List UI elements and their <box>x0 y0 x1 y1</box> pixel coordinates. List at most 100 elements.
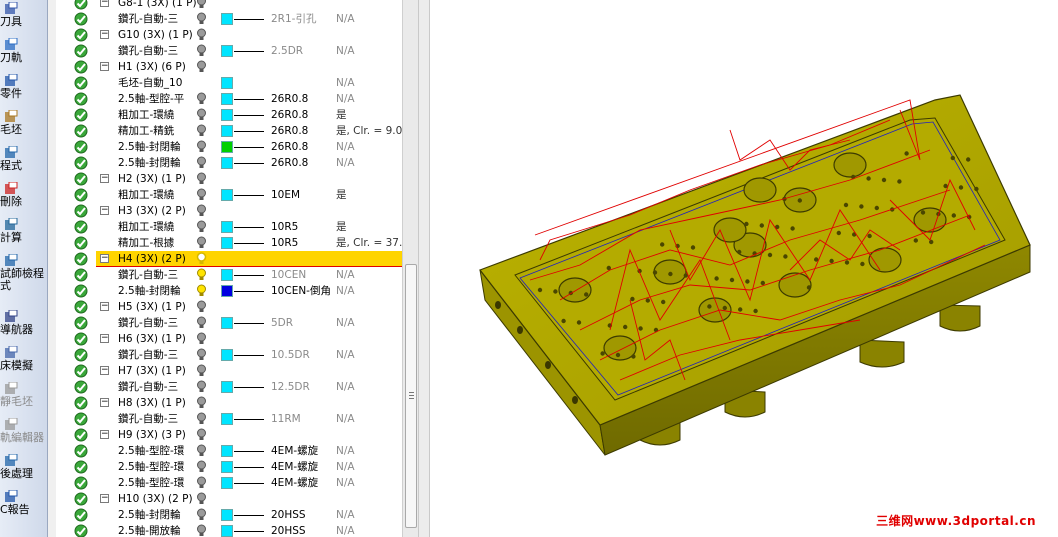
checkmark-icon[interactable] <box>74 76 88 90</box>
lightbulb-icon[interactable] <box>196 60 207 74</box>
tree-operation-row[interactable]: 鑽孔-自動-三 2R1-引孔 N/A <box>56 11 405 27</box>
toolbar-button-2[interactable]: 零件 <box>0 73 48 110</box>
checkmark-icon[interactable] <box>74 284 88 298</box>
checkmark-icon[interactable] <box>74 220 88 234</box>
tree-group-row[interactable]: − H8 (3X) (1 P) <box>56 395 405 411</box>
checkmark-icon[interactable] <box>74 268 88 282</box>
toolbar-button-4[interactable]: 程式 <box>0 145 48 182</box>
lightbulb-icon[interactable] <box>196 332 207 346</box>
toolbar-button-13[interactable]: 後處理 <box>0 453 48 490</box>
tree-operation-row[interactable]: 2.5軸-封閉輪 10CEN-倒角 N/A <box>56 283 405 299</box>
collapse-icon[interactable]: − <box>100 398 109 407</box>
checkmark-icon[interactable] <box>74 140 88 154</box>
checkmark-icon[interactable] <box>74 476 88 490</box>
collapse-icon[interactable]: − <box>100 30 109 39</box>
checkmark-icon[interactable] <box>74 28 88 42</box>
checkmark-icon[interactable] <box>74 348 88 362</box>
toolbar-button-10[interactable]: 床模擬 <box>0 345 48 382</box>
lightbulb-icon[interactable] <box>196 44 207 58</box>
toolbar-button-6[interactable]: 計算 <box>0 217 48 254</box>
toolpath-color-swatch[interactable] <box>221 269 233 281</box>
collapse-icon[interactable]: − <box>100 206 109 215</box>
checkmark-icon[interactable] <box>74 396 88 410</box>
lightbulb-icon[interactable] <box>196 204 207 218</box>
toolpath-color-swatch[interactable] <box>221 45 233 57</box>
tree-operation-row[interactable]: 鑽孔-自動-三 12.5DR N/A <box>56 379 405 395</box>
checkmark-icon[interactable] <box>74 172 88 186</box>
lightbulb-icon[interactable] <box>196 348 207 362</box>
checkmark-icon[interactable] <box>74 300 88 314</box>
tree-group-row[interactable]: − H4 (3X) (2 P) <box>56 251 405 267</box>
tree-operation-row[interactable]: 毛坯-自動_10 N/A <box>56 75 405 91</box>
checkmark-icon[interactable] <box>74 108 88 122</box>
checkmark-icon[interactable] <box>74 60 88 74</box>
lightbulb-icon[interactable] <box>196 300 207 314</box>
tree-group-row[interactable]: − H3 (3X) (2 P) <box>56 203 405 219</box>
checkmark-icon[interactable] <box>74 332 88 346</box>
lightbulb-icon[interactable] <box>196 188 207 202</box>
toolpath-color-swatch[interactable] <box>221 221 233 233</box>
toolpath-color-swatch[interactable] <box>221 77 233 89</box>
tree-operation-row[interactable]: 鑽孔-自動-三 10.5DR N/A <box>56 347 405 363</box>
lightbulb-icon[interactable] <box>196 284 207 298</box>
tree-group-row[interactable]: − G8-1 (3X) (1 P) <box>56 0 405 11</box>
checkmark-icon[interactable] <box>74 492 88 506</box>
collapse-icon[interactable]: − <box>100 366 109 375</box>
lightbulb-icon[interactable] <box>196 156 207 170</box>
lightbulb-icon[interactable] <box>196 316 207 330</box>
toolbar-button-9[interactable]: 導航器 <box>0 309 48 346</box>
tree-operation-row[interactable]: 鑽孔-自動-三 2.5DR N/A <box>56 43 405 59</box>
tree-group-row[interactable]: − H5 (3X) (1 P) <box>56 299 405 315</box>
toolpath-color-swatch[interactable] <box>221 413 233 425</box>
tree-operation-row[interactable]: 2.5軸-型腔-環 4EM-螺旋 N/A <box>56 443 405 459</box>
checkmark-icon[interactable] <box>74 12 88 26</box>
checkmark-icon[interactable] <box>74 124 88 138</box>
graphics-viewport[interactable]: 三维网www.3dportal.cn <box>430 0 1058 537</box>
toolpath-color-swatch[interactable] <box>221 525 233 537</box>
checkmark-icon[interactable] <box>74 188 88 202</box>
tree-operation-row[interactable]: 2.5軸-封閉輪 26R0.8 N/A <box>56 155 405 171</box>
lightbulb-icon[interactable] <box>196 220 207 234</box>
checkmark-icon[interactable] <box>74 428 88 442</box>
toolbar-button-0[interactable]: 刀具 <box>0 1 48 38</box>
tree-operation-row[interactable]: 2.5軸-封閉輪 26R0.8 N/A <box>56 139 405 155</box>
lightbulb-icon[interactable] <box>196 92 207 106</box>
collapse-icon[interactable]: − <box>100 334 109 343</box>
toolbar-button-5[interactable]: 刪除 <box>0 181 48 218</box>
tree-operation-row[interactable]: 粗加工-環繞 26R0.8 是 <box>56 107 405 123</box>
tree-operation-row[interactable]: 2.5軸-開放輪 20HSS N/A <box>56 523 405 537</box>
checkmark-icon[interactable] <box>74 92 88 106</box>
lightbulb-icon[interactable] <box>196 524 207 537</box>
toolpath-color-swatch[interactable] <box>221 237 233 249</box>
toolpath-color-swatch[interactable] <box>221 13 233 25</box>
lightbulb-icon[interactable] <box>196 12 207 26</box>
lightbulb-icon[interactable] <box>196 252 207 266</box>
checkmark-icon[interactable] <box>74 316 88 330</box>
tree-scrollbar[interactable] <box>402 0 418 537</box>
checkmark-icon[interactable] <box>74 524 88 537</box>
toolpath-color-swatch[interactable] <box>221 349 233 361</box>
checkmark-icon[interactable] <box>74 44 88 58</box>
toolpath-color-swatch[interactable] <box>221 93 233 105</box>
checkmark-icon[interactable] <box>74 380 88 394</box>
tree-operation-row[interactable]: 鑽孔-自動-三 11RM N/A <box>56 411 405 427</box>
toolpath-color-swatch[interactable] <box>221 189 233 201</box>
toolbar-button-12[interactable]: 軌編輯器 <box>0 417 48 454</box>
lightbulb-icon[interactable] <box>196 508 207 522</box>
toolpath-color-swatch[interactable] <box>221 509 233 521</box>
lightbulb-icon[interactable] <box>196 236 207 250</box>
collapse-icon[interactable]: − <box>100 174 109 183</box>
checkmark-icon[interactable] <box>74 508 88 522</box>
tree-operation-row[interactable]: 2.5軸-型腔-環 4EM-螺旋 N/A <box>56 475 405 491</box>
lightbulb-icon[interactable] <box>196 492 207 506</box>
lightbulb-icon[interactable] <box>196 444 207 458</box>
toolpath-color-swatch[interactable] <box>221 445 233 457</box>
lightbulb-icon[interactable] <box>196 396 207 410</box>
tree-operation-row[interactable]: 精加工-精銑 26R0.8 是, Clr. = 9.00 <box>56 123 405 139</box>
checkmark-icon[interactable] <box>74 236 88 250</box>
toolpath-color-swatch[interactable] <box>221 285 233 297</box>
collapse-icon[interactable]: − <box>100 254 109 263</box>
checkmark-icon[interactable] <box>74 156 88 170</box>
toolpath-color-swatch[interactable] <box>221 477 233 489</box>
checkmark-icon[interactable] <box>74 364 88 378</box>
